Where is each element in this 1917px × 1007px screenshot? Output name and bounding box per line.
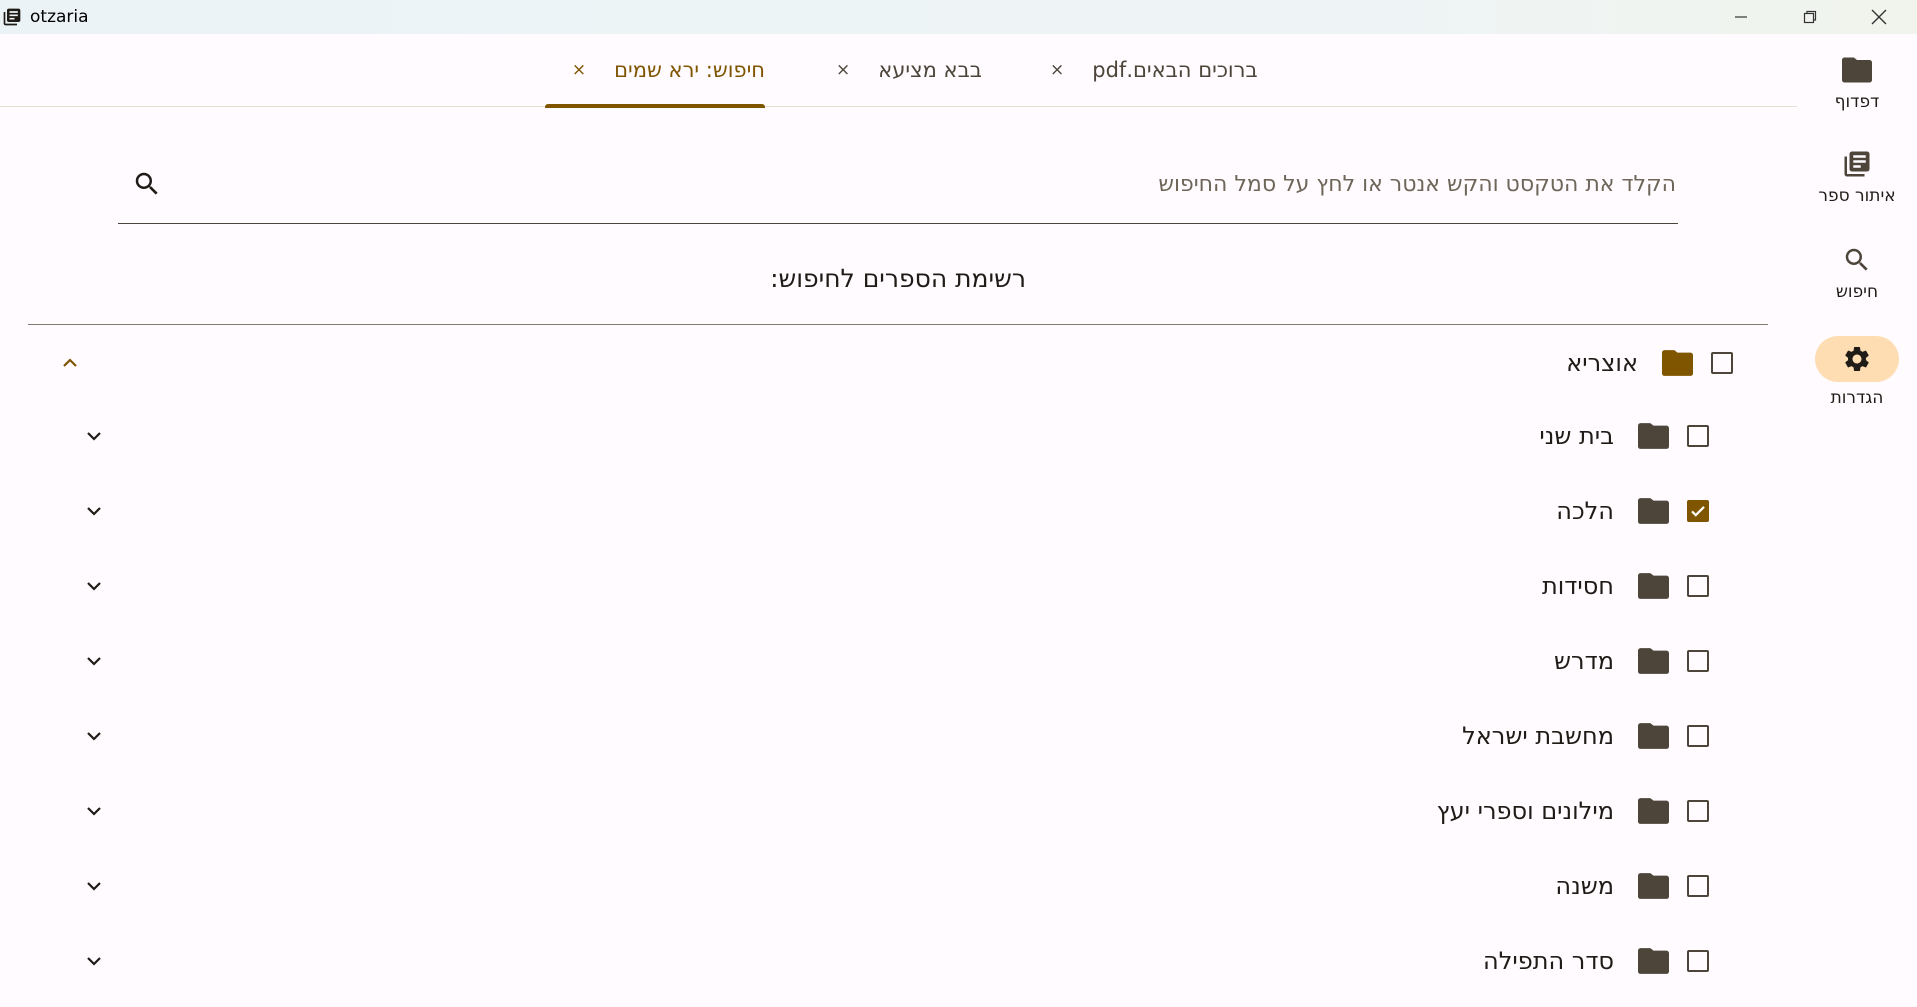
tab-bava-metzia[interactable]: בבא מציעא × <box>836 34 982 106</box>
tab-label: חיפוש: ירא שמים <box>614 58 765 82</box>
tree-item-label: סדר התפילה <box>1483 947 1614 975</box>
chevron-down-icon[interactable] <box>82 574 106 598</box>
chevron-down-icon[interactable] <box>82 874 106 898</box>
tree-item-seder-hatefila[interactable]: סדר התפילה <box>1483 941 1709 981</box>
checkbox[interactable] <box>1687 725 1709 747</box>
tree-item-label: הלכה <box>1556 497 1614 525</box>
checkbox[interactable] <box>1687 425 1709 447</box>
tab-search[interactable]: חיפוש: ירא שמים × <box>545 34 765 108</box>
nav-search[interactable]: חיפוש <box>1797 244 1917 302</box>
tree-item-midrash[interactable]: מדרש <box>1554 641 1709 681</box>
app-title: otzaria <box>30 7 89 27</box>
tab-welcome-pdf[interactable]: ברוכים הבאים.pdf × <box>1050 34 1258 106</box>
tab-close-icon[interactable]: × <box>1050 60 1064 80</box>
chevron-down-icon[interactable] <box>82 724 106 748</box>
nav-label: חיפוש <box>1835 282 1879 302</box>
checkbox[interactable] <box>1687 875 1709 897</box>
search-input[interactable] <box>224 163 1678 205</box>
chevron-down-icon[interactable] <box>82 649 106 673</box>
tree-item-label: מדרש <box>1554 647 1614 675</box>
tab-close-icon[interactable]: × <box>572 60 586 80</box>
restore-icon <box>1803 10 1817 24</box>
folder-icon <box>1662 350 1693 376</box>
chevron-down-icon[interactable] <box>82 499 106 523</box>
chevron-down-icon[interactable] <box>82 424 106 448</box>
title-bar: otzaria <box>0 0 1917 34</box>
app-logo-icon <box>3 8 21 26</box>
checkbox-checked[interactable] <box>1687 500 1709 522</box>
tree-item-halacha[interactable]: הלכה <box>1556 491 1709 531</box>
folder-icon <box>1638 723 1669 749</box>
checkbox[interactable] <box>1687 650 1709 672</box>
folder-icon <box>1825 54 1889 86</box>
folder-icon <box>1638 573 1669 599</box>
navigation-rail: דפדוף איתור ספר חיפוש הגדרות <box>1797 34 1917 1007</box>
tree-item-mishna[interactable]: משנה <box>1555 866 1709 906</box>
folder-icon <box>1638 948 1669 974</box>
folder-icon <box>1638 423 1669 449</box>
divider <box>28 324 1768 325</box>
checkbox[interactable] <box>1687 575 1709 597</box>
close-icon <box>1871 9 1887 25</box>
books-list-title: רשימת הספרים לחיפוש: <box>770 264 1026 293</box>
nav-browse[interactable]: דפדוף <box>1797 54 1917 112</box>
search-field <box>118 143 1678 224</box>
tree-item-label: בית שני <box>1539 422 1614 450</box>
tree-item-machshevet-israel[interactable]: מחשבת ישראל <box>1462 716 1709 756</box>
root-checkbox[interactable] <box>1711 352 1733 374</box>
folder-icon <box>1638 798 1669 824</box>
checkbox[interactable] <box>1687 950 1709 972</box>
nav-settings[interactable]: הגדרות <box>1797 336 1917 408</box>
tree-root-row[interactable]: אוצריא <box>1566 343 1733 383</box>
tree-item-chassidut[interactable]: חסידות <box>1542 566 1709 606</box>
restore-button[interactable] <box>1776 0 1844 34</box>
tab-bar: ברוכים הבאים.pdf × בבא מציעא × חיפוש: יר… <box>0 34 1797 108</box>
check-icon <box>1691 506 1705 517</box>
minimize-button[interactable] <box>1707 0 1775 34</box>
tree-item-dictionaries[interactable]: מילונים וספרי יעץ <box>1437 791 1709 831</box>
nav-label: הגדרות <box>1830 388 1884 408</box>
chevron-up-icon[interactable] <box>58 351 82 375</box>
nav-label: דפדוף <box>1834 92 1880 112</box>
chevron-down-icon[interactable] <box>82 799 106 823</box>
tree-item-label: חסידות <box>1541 572 1614 600</box>
search-icon[interactable] <box>132 169 162 199</box>
chevron-down-icon[interactable] <box>82 949 106 973</box>
nav-find-book[interactable]: איתור ספר <box>1797 148 1917 206</box>
checkbox[interactable] <box>1687 800 1709 822</box>
gear-icon <box>1815 336 1899 382</box>
tab-close-icon[interactable]: × <box>836 60 850 80</box>
tree-item-label: מילונים וספרי יעץ <box>1436 797 1614 825</box>
tab-label: ברוכים הבאים.pdf <box>1092 58 1258 82</box>
tree-item-label: משנה <box>1555 872 1614 900</box>
tree-item-label: אוצריא <box>1566 349 1638 377</box>
folder-icon <box>1638 648 1669 674</box>
tree-item-beit-sheni[interactable]: בית שני <box>1539 416 1709 456</box>
nav-label: איתור ספר <box>1818 186 1896 206</box>
folder-icon <box>1638 498 1669 524</box>
search-icon <box>1825 244 1889 276</box>
tree-item-label: מחשבת ישראל <box>1462 722 1614 750</box>
active-tab-indicator <box>545 104 765 108</box>
tab-label: בבא מציעא <box>878 58 982 82</box>
close-window-button[interactable] <box>1845 0 1913 34</box>
library-books-icon <box>1825 148 1889 180</box>
minimize-icon <box>1735 16 1747 18</box>
folder-icon <box>1638 873 1669 899</box>
